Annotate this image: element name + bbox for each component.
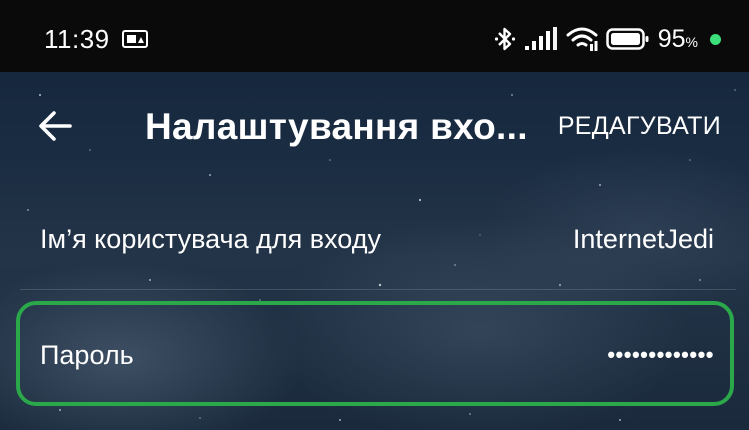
password-row[interactable]: Пароль ••••••••••••• [20,305,736,405]
toolbar: Налаштування вхо... РЕДАГУВАТИ [0,72,749,182]
arrow-left-icon[interactable] [36,108,76,144]
password-value: ••••••••••••• [607,342,714,367]
battery-level: 95% [658,25,698,54]
page-title: Налаштування вхо... [145,106,528,147]
battery-level-value: 95 [657,24,686,53]
status-icons: 95% [494,24,721,54]
battery-percent-sign: % [685,33,698,50]
status-time: 11:39 [44,24,110,54]
charging-dot-icon [710,33,721,45]
app-screen: 11:39 95 % Налаштування вхо... РЕДАГУВАТ… [0,0,749,430]
username-row[interactable]: Ім’я користувача для входу InternetJedi [20,190,736,290]
status-bar: 11:39 95 % [0,0,749,72]
username-value: InternetJedi [572,224,714,254]
username-label: Ім’я користувача для входу [40,224,381,254]
battery-icon [605,28,649,50]
screenshot-notification-icon [122,30,148,48]
bluetooth-icon [494,27,515,51]
cellular-signal-icon [524,27,557,50]
edit-button[interactable]: РЕДАГУВАТИ [558,112,721,141]
password-label: Пароль [40,339,134,370]
wifi-icon [566,27,598,51]
